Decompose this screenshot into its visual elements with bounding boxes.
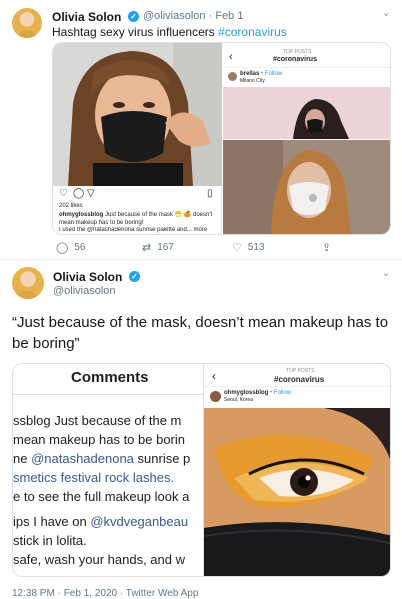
mention-link[interactable]: smetics festival rock lashes.: [13, 470, 174, 485]
like-count: 513: [247, 242, 265, 253]
comment-line: safe, wash your hands, and w: [13, 552, 185, 567]
tweet-quote-text: “Just because of the mask, doesn’t mean …: [12, 314, 389, 352]
comment-text: ne: [13, 451, 32, 466]
share-icon[interactable]: ▽: [87, 188, 95, 199]
mention-link[interactable]: @kvdveganbeau: [90, 514, 188, 529]
reply-icon: ◯: [56, 242, 69, 254]
follow-link[interactable]: • Follow: [270, 390, 291, 396]
share-button[interactable]: ⇪: [322, 241, 331, 254]
top-posts-hashtag: #coronavirus: [273, 56, 317, 63]
meta-separator: ·: [208, 10, 213, 22]
respirator-mask-photo: [223, 140, 390, 234]
comment-line: mean makeup has to be borin: [13, 432, 185, 447]
post-username[interactable]: brellas: [240, 71, 259, 77]
avatar[interactable]: [12, 8, 42, 38]
post-location[interactable]: Milano City: [240, 78, 265, 84]
follow-link[interactable]: • Follow: [261, 71, 282, 77]
caption: ohmyglossblog Just because of the mask 😷…: [59, 211, 219, 227]
top-posts-label: TOP POSTS: [283, 49, 312, 55]
tweet-date[interactable]: Feb 1: [215, 10, 243, 22]
post-user-avatar[interactable]: [210, 391, 221, 402]
chevron-down-icon[interactable]: ⌄: [382, 8, 390, 19]
post-user-line: ohmyglossblog • Follow: [224, 390, 291, 396]
tweet-text: Hashtag sexy virus influencers #coronavi…: [52, 25, 287, 39]
eye-makeup-photo: [204, 408, 390, 576]
comment-text: ips I have on: [13, 514, 91, 529]
tweet-media[interactable]: Comments ssblog Just because of the m me…: [12, 363, 391, 577]
comment-line: smetics festival rock lashes.: [13, 470, 174, 485]
retweet-button[interactable]: ⇄ 167: [142, 241, 174, 254]
share-icon: ⇪: [322, 242, 332, 254]
comments-panel: Comments ssblog Just because of the m me…: [13, 364, 203, 576]
caption-line-2: I used the @natashadenona sunrise palett…: [59, 227, 208, 233]
comments-title: Comments: [71, 369, 149, 386]
tweet-text-body: Hashtag sexy virus influencers: [52, 25, 219, 39]
back-arrow-icon[interactable]: ‹: [212, 369, 216, 383]
heart-icon[interactable]: ♡: [59, 188, 68, 199]
tweet-media[interactable]: ♡ ◯ ▽ ▯ 202 likes ohmyglossblog Just bec…: [52, 42, 391, 235]
chevron-down-icon[interactable]: ⌄: [382, 268, 390, 279]
retweet-icon: ⇄: [142, 242, 152, 254]
reply-count: 56: [74, 242, 86, 253]
divider: [0, 259, 402, 260]
comment-line: e to see the full makeup look a: [13, 489, 190, 504]
mask-selfie-image: [53, 43, 222, 186]
top-posts-panel: ‹ TOP POSTS #coronavirus brellas • Follo…: [223, 43, 390, 139]
post-username[interactable]: ohmyglossblog: [224, 390, 268, 396]
post-location[interactable]: Seoul, Korea: [224, 397, 253, 403]
reply-button[interactable]: ◯ 56: [56, 241, 85, 254]
author-name[interactable]: Olivia Solon: [52, 10, 121, 24]
avatar[interactable]: [12, 267, 44, 299]
tweet-timestamp[interactable]: 12:38 PM · Feb 1, 2020 · Twitter Web App: [12, 588, 198, 599]
author-meta: @oliviasolon · Feb 1: [143, 10, 243, 22]
top-posts-label: TOP POSTS: [286, 368, 315, 374]
author-name[interactable]: Olivia Solon: [53, 270, 122, 284]
comment-line: stick in lolita.: [13, 533, 87, 548]
top-posts-hashtag: #coronavirus: [274, 375, 325, 384]
author-handle[interactable]: @oliviasolon: [143, 10, 206, 22]
caption-user[interactable]: ohmyglossblog: [59, 212, 103, 218]
retweet-count: 167: [157, 242, 174, 253]
verified-badge-icon: ✓: [128, 11, 139, 22]
comment-line: ips I have on @kvdveganbeau: [13, 514, 188, 529]
verified-badge-icon: ✓: [129, 271, 140, 282]
instagram-post: ♡ ◯ ▽ ▯ 202 likes ohmyglossblog Just bec…: [53, 43, 222, 234]
bookmark-icon[interactable]: ▯: [207, 188, 213, 199]
post-user-avatar[interactable]: [228, 72, 237, 81]
comment-icon[interactable]: ◯: [73, 188, 84, 199]
hashtag-link[interactable]: #coronavirus: [218, 25, 287, 39]
pink-wall-photo: [223, 87, 390, 139]
likes-count: 202 likes: [59, 203, 83, 209]
comment-line: ssblog Just because of the m: [13, 413, 182, 428]
comment-line: ne @natashadenona sunrise p: [13, 451, 190, 466]
comment-text: sunrise p: [133, 451, 191, 466]
post-user-line: brellas • Follow: [240, 71, 282, 77]
heart-icon: ♡: [232, 242, 242, 254]
top-posts-panel: ‹ TOP POSTS #coronavirus ohmyglossblog •…: [203, 364, 390, 576]
back-arrow-icon[interactable]: ‹: [229, 51, 233, 63]
like-button[interactable]: ♡ 513: [232, 241, 265, 254]
mention-link[interactable]: @natashadenona: [31, 451, 134, 466]
author-handle[interactable]: @oliviasolon: [53, 285, 116, 297]
